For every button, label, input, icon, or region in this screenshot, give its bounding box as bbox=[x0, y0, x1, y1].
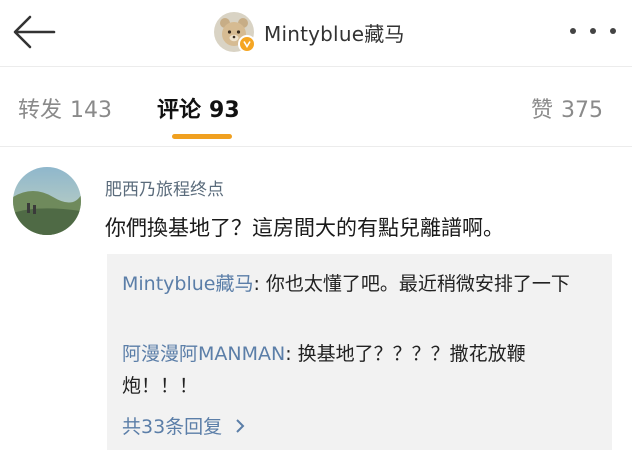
tab-likes-label: 赞 bbox=[531, 98, 554, 123]
chevron-right-icon bbox=[236, 419, 245, 433]
arrow-left-icon bbox=[13, 15, 56, 49]
header-username[interactable]: Mintyblue藏马 bbox=[264, 18, 405, 47]
top-bar: Mintyblue藏马 bbox=[0, 0, 632, 66]
verified-badge-icon bbox=[238, 35, 256, 53]
tab-forward-label: 转发 bbox=[18, 98, 63, 123]
more-button[interactable] bbox=[570, 24, 616, 38]
reply-user[interactable]: Mintyblue藏马 bbox=[122, 273, 253, 295]
more-replies-label: 共33条回复 bbox=[122, 416, 223, 438]
active-tab-indicator bbox=[172, 134, 232, 139]
reply-text: : 你也太懂了吧。最近稍微安排了一下 bbox=[253, 273, 570, 295]
commenter-name[interactable]: 肥西乃旅程终点 bbox=[105, 175, 224, 200]
avatar[interactable] bbox=[214, 12, 256, 53]
tab-forward-count: 143 bbox=[70, 98, 113, 123]
commenter-avatar[interactable] bbox=[13, 167, 81, 235]
tab-likes[interactable]: 赞 375 bbox=[531, 92, 603, 124]
comment-text: 你們換基地了？這房間大的有點兒離譜啊。 bbox=[105, 216, 504, 240]
tabs-divider bbox=[0, 146, 632, 147]
profile-title[interactable]: Mintyblue藏马 bbox=[214, 11, 405, 53]
tab-comments-count: 93 bbox=[209, 98, 240, 123]
replies-box[interactable]: Mintyblue藏马: 你也太懂了吧。最近稍微安排了一下 阿漫漫阿MANMAN… bbox=[107, 254, 612, 450]
tab-forward[interactable]: 转发 143 bbox=[18, 92, 112, 124]
dot-icon bbox=[570, 28, 576, 34]
dot-icon bbox=[610, 28, 616, 34]
dot-icon bbox=[590, 28, 596, 34]
landscape-avatar-icon bbox=[13, 167, 81, 235]
reply-item[interactable]: 阿漫漫阿MANMAN: 换基地了？？？？撒花放鞭炮！！！ bbox=[122, 338, 592, 402]
tab-likes-count: 375 bbox=[561, 98, 604, 123]
tab-comments-label: 评论 bbox=[157, 98, 202, 123]
back-button[interactable] bbox=[12, 14, 56, 50]
tab-comments[interactable]: 评论 93 bbox=[157, 92, 240, 124]
reply-item[interactable]: Mintyblue藏马: 你也太懂了吧。最近稍微安排了一下 bbox=[122, 268, 592, 300]
header-divider bbox=[0, 66, 632, 67]
reply-user[interactable]: 阿漫漫阿MANMAN bbox=[122, 343, 285, 365]
view-all-replies-link[interactable]: 共33条回复 bbox=[122, 412, 246, 439]
